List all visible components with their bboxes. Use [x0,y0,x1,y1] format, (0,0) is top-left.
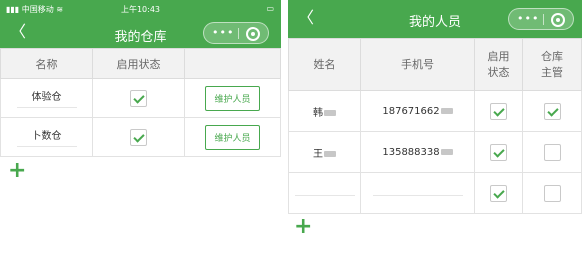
warehouse-name: 体验仓 [16,88,77,108]
column-header-enabled: 启用 状态 [474,38,523,91]
nav-bar: 〈 我的人员 ••• [288,0,582,38]
table-row: 卜数仓 维护人员 [0,117,281,157]
redaction-mask [440,107,453,114]
table-header-row: 姓名 手机号 启用 状态 仓库 主管 [288,38,582,91]
close-circle-icon[interactable] [246,27,260,41]
status-time: 上午10:43 [120,5,161,14]
nav-bar: 〈 我的仓库 ••• [0,18,281,48]
staff-screen: 〈 我的人员 ••• 姓名 手机号 启用 状态 仓库 主管 韩 18767166… [288,0,582,255]
plus-icon[interactable]: + [8,160,26,182]
staff-table: 姓名 手机号 启用 状态 仓库 主管 韩 187671662 王 1358883… [288,38,582,214]
capsule-divider [543,14,544,25]
miniprogram-capsule: ••• [203,22,269,44]
more-dots-icon[interactable]: ••• [212,26,234,39]
close-circle-icon[interactable] [551,13,565,27]
table-row [288,172,582,214]
enabled-checkbox[interactable] [130,89,147,107]
capsule-divider [238,28,239,39]
enabled-checkbox[interactable] [490,102,507,120]
warehouse-name: 卜数仓 [16,127,77,147]
column-header-phone: 手机号 [360,38,475,91]
column-header-name: 姓名 [288,38,361,91]
staff-name-input[interactable] [294,191,355,196]
manager-checkbox[interactable] [543,143,561,161]
column-header-action [184,48,281,79]
battery-icon: ▭ [266,4,275,13]
staff-name: 韩 [313,107,323,119]
more-dots-icon[interactable]: ••• [517,12,539,25]
redaction-mask [440,148,453,155]
staff-phone-input[interactable] [372,191,463,196]
maintain-staff-button[interactable]: 维护人员 [205,85,260,111]
redaction-mask [324,109,336,116]
enabled-checkbox[interactable] [130,128,147,146]
status-bar: ▮▮▮ 中国移动 ≋ 上午10:43 ▭ [0,0,281,18]
staff-phone: 135888338 [382,146,440,158]
maintain-staff-button[interactable]: 维护人员 [205,124,260,150]
manager-checkbox[interactable] [543,184,561,202]
table-row: 体验仓 维护人员 [0,78,281,118]
column-header-manager: 仓库 主管 [522,38,582,91]
table-row: 王 135888338 [288,131,582,173]
enabled-checkbox[interactable] [490,143,507,161]
staff-name: 王 [313,148,323,160]
redaction-mask [324,150,336,157]
miniprogram-capsule: ••• [508,8,574,30]
column-header-name: 名称 [0,48,93,79]
enabled-checkbox[interactable] [490,184,507,202]
manager-checkbox[interactable] [543,102,561,120]
plus-icon[interactable]: + [294,216,312,238]
warehouse-screen: ▮▮▮ 中国移动 ≋ 上午10:43 ▭ 〈 我的仓库 ••• 名称 启用状态 … [0,0,281,255]
table-row: 韩 187671662 [288,90,582,132]
table-header-row: 名称 启用状态 [0,48,281,79]
column-header-enabled: 启用状态 [92,48,185,79]
warehouse-table: 名称 启用状态 体验仓 维护人员 卜数仓 维护人员 [0,48,281,157]
staff-phone: 187671662 [382,105,440,117]
